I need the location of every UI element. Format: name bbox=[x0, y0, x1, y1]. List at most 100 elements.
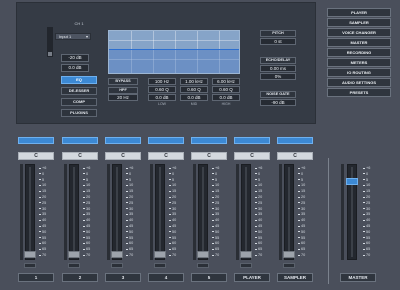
channel-select-bar[interactable] bbox=[62, 137, 98, 144]
de-esser-button[interactable]: DE-ESSER bbox=[61, 87, 97, 95]
channel-level-meter bbox=[107, 164, 110, 260]
channel-fader[interactable] bbox=[197, 164, 209, 260]
low-gain-field[interactable]: 0.0 dB bbox=[148, 94, 176, 101]
channel-mute-toggle[interactable] bbox=[24, 263, 36, 268]
plugins-button[interactable]: PLUGINS bbox=[61, 109, 97, 117]
channel-name-button[interactable]: SAMPLER bbox=[277, 273, 313, 282]
channel-select-bar[interactable] bbox=[234, 137, 270, 144]
scale-tick: 70 bbox=[126, 253, 133, 257]
master-fader[interactable] bbox=[346, 164, 358, 260]
fader-knob[interactable] bbox=[154, 251, 166, 258]
menu-audio-settings-button[interactable]: AUDIO SETTINGS bbox=[327, 78, 391, 87]
fader-knob[interactable] bbox=[111, 251, 123, 258]
noise-gate-field[interactable]: -90 dB bbox=[260, 99, 296, 106]
menu-master-button[interactable]: MASTER bbox=[327, 38, 391, 47]
pitch-field[interactable]: 0 st bbox=[260, 38, 296, 45]
channel-name-button[interactable]: 3 bbox=[105, 273, 141, 282]
echo-mix-field[interactable]: 0% bbox=[260, 73, 296, 80]
channel-level-meter bbox=[20, 164, 23, 260]
channel-name-button[interactable]: 4 bbox=[148, 273, 184, 282]
menu-presets-button[interactable]: PRESETS bbox=[327, 88, 391, 97]
low-q-field[interactable]: 0.60 Q bbox=[148, 86, 176, 93]
channel-select-bar[interactable] bbox=[148, 137, 184, 144]
pan-control[interactable]: C bbox=[105, 152, 141, 160]
mid-gain-field[interactable]: 0.0 dB bbox=[180, 94, 208, 101]
mid-q-field[interactable]: 0.60 Q bbox=[180, 86, 208, 93]
mid-freq-field[interactable]: 1.00 kHz bbox=[180, 78, 208, 85]
channel-name-button[interactable]: PLAYER bbox=[234, 273, 270, 282]
channel-fader[interactable] bbox=[154, 164, 166, 260]
scale-tick: +6 bbox=[255, 166, 262, 170]
channel-fader[interactable] bbox=[283, 164, 295, 260]
high-q-field[interactable]: 0.60 Q bbox=[212, 86, 240, 93]
channel-select-bar[interactable] bbox=[191, 137, 227, 144]
channel-mute-toggle[interactable] bbox=[283, 263, 295, 268]
channel-mute-toggle[interactable] bbox=[240, 263, 252, 268]
scale-tick: 0 bbox=[363, 172, 368, 176]
menu-recording-button[interactable]: RECORDING bbox=[327, 48, 391, 57]
channel-name-button[interactable]: 5 bbox=[191, 273, 227, 282]
scale-tick: 15 bbox=[255, 189, 262, 193]
fader-knob[interactable] bbox=[240, 251, 252, 258]
scale-tick: 65 bbox=[169, 247, 176, 251]
high-freq-field[interactable]: 6.00 kHz bbox=[212, 78, 240, 85]
pan-control[interactable]: C bbox=[62, 152, 98, 160]
channel-fader[interactable] bbox=[111, 164, 123, 260]
pan-control[interactable]: C bbox=[191, 152, 227, 160]
scale-tick: 25 bbox=[255, 201, 262, 205]
channel-select-bar[interactable] bbox=[277, 137, 313, 144]
noise-gate-button[interactable]: NOISE GATE bbox=[260, 91, 296, 98]
mid-band-label: MID bbox=[190, 102, 198, 106]
menu-sampler-button[interactable]: SAMPLER bbox=[327, 18, 391, 27]
channel-select-bar[interactable] bbox=[105, 137, 141, 144]
scale-tick: 15 bbox=[126, 189, 133, 193]
fader-knob[interactable] bbox=[24, 251, 36, 258]
menu-voice-changer-button[interactable]: VOICE CHANGER bbox=[327, 28, 391, 37]
channel-mute-toggle[interactable] bbox=[197, 263, 209, 268]
channel-select-bar[interactable] bbox=[18, 137, 54, 144]
master-name-button[interactable]: MASTER bbox=[340, 273, 376, 282]
master-level-meter bbox=[341, 164, 344, 260]
menu-player-button[interactable]: PLAYER bbox=[327, 8, 391, 17]
echo-time-field[interactable]: 0.00 ms bbox=[260, 65, 296, 72]
channel-mute-toggle[interactable] bbox=[154, 263, 166, 268]
scale-tick: 70 bbox=[212, 253, 219, 257]
fader-knob[interactable] bbox=[197, 251, 209, 258]
scale-tick: 65 bbox=[298, 247, 305, 251]
input-select[interactable]: Input 1 ▾ bbox=[55, 33, 91, 40]
scale-tick: 55 bbox=[169, 236, 176, 240]
scale-tick: 60 bbox=[255, 241, 262, 245]
hpf-button[interactable]: HPF bbox=[108, 87, 138, 94]
master-fader-knob[interactable] bbox=[346, 178, 358, 185]
echo-delay-button[interactable]: ECHO/DELAY bbox=[260, 57, 296, 64]
pan-control[interactable]: C bbox=[277, 152, 313, 160]
channel-mute-toggle[interactable] bbox=[111, 263, 123, 268]
menu-io-routing-button[interactable]: IO ROUTING bbox=[327, 68, 391, 77]
pan-control[interactable]: C bbox=[234, 152, 270, 160]
channel-fader[interactable] bbox=[240, 164, 252, 260]
fader-knob[interactable] bbox=[68, 251, 80, 258]
pan-control[interactable]: C bbox=[148, 152, 184, 160]
fader-knob[interactable] bbox=[283, 251, 295, 258]
hpf-field[interactable]: 20 Hz bbox=[108, 94, 138, 101]
high-gain-field[interactable]: 0.0 dB bbox=[212, 94, 240, 101]
gain-field[interactable]: -20 dB bbox=[61, 54, 89, 62]
level-field[interactable]: 0.0 dB bbox=[61, 64, 89, 72]
eq-curve-graph[interactable] bbox=[108, 30, 240, 74]
scale-tick: 15 bbox=[39, 189, 46, 193]
channel-name-button[interactable]: 1 bbox=[18, 273, 54, 282]
channel-mute-toggle[interactable] bbox=[68, 263, 80, 268]
eq-button[interactable]: EQ bbox=[61, 76, 97, 84]
pitch-button[interactable]: PITCH bbox=[260, 30, 296, 37]
channel-fader[interactable] bbox=[68, 164, 80, 260]
scale-tick: 5 bbox=[255, 178, 260, 182]
scale-tick: 0 bbox=[83, 172, 88, 176]
pan-control[interactable]: C bbox=[18, 152, 54, 160]
eq-bypass-button[interactable]: BYPASS bbox=[108, 78, 138, 85]
low-freq-field[interactable]: 100 Hz bbox=[148, 78, 176, 85]
chevron-down-icon: ▾ bbox=[85, 34, 88, 39]
menu-meters-button[interactable]: METERS bbox=[327, 58, 391, 67]
channel-name-button[interactable]: 2 bbox=[62, 273, 98, 282]
comp-button[interactable]: COMP bbox=[61, 98, 97, 106]
channel-fader[interactable] bbox=[24, 164, 36, 260]
